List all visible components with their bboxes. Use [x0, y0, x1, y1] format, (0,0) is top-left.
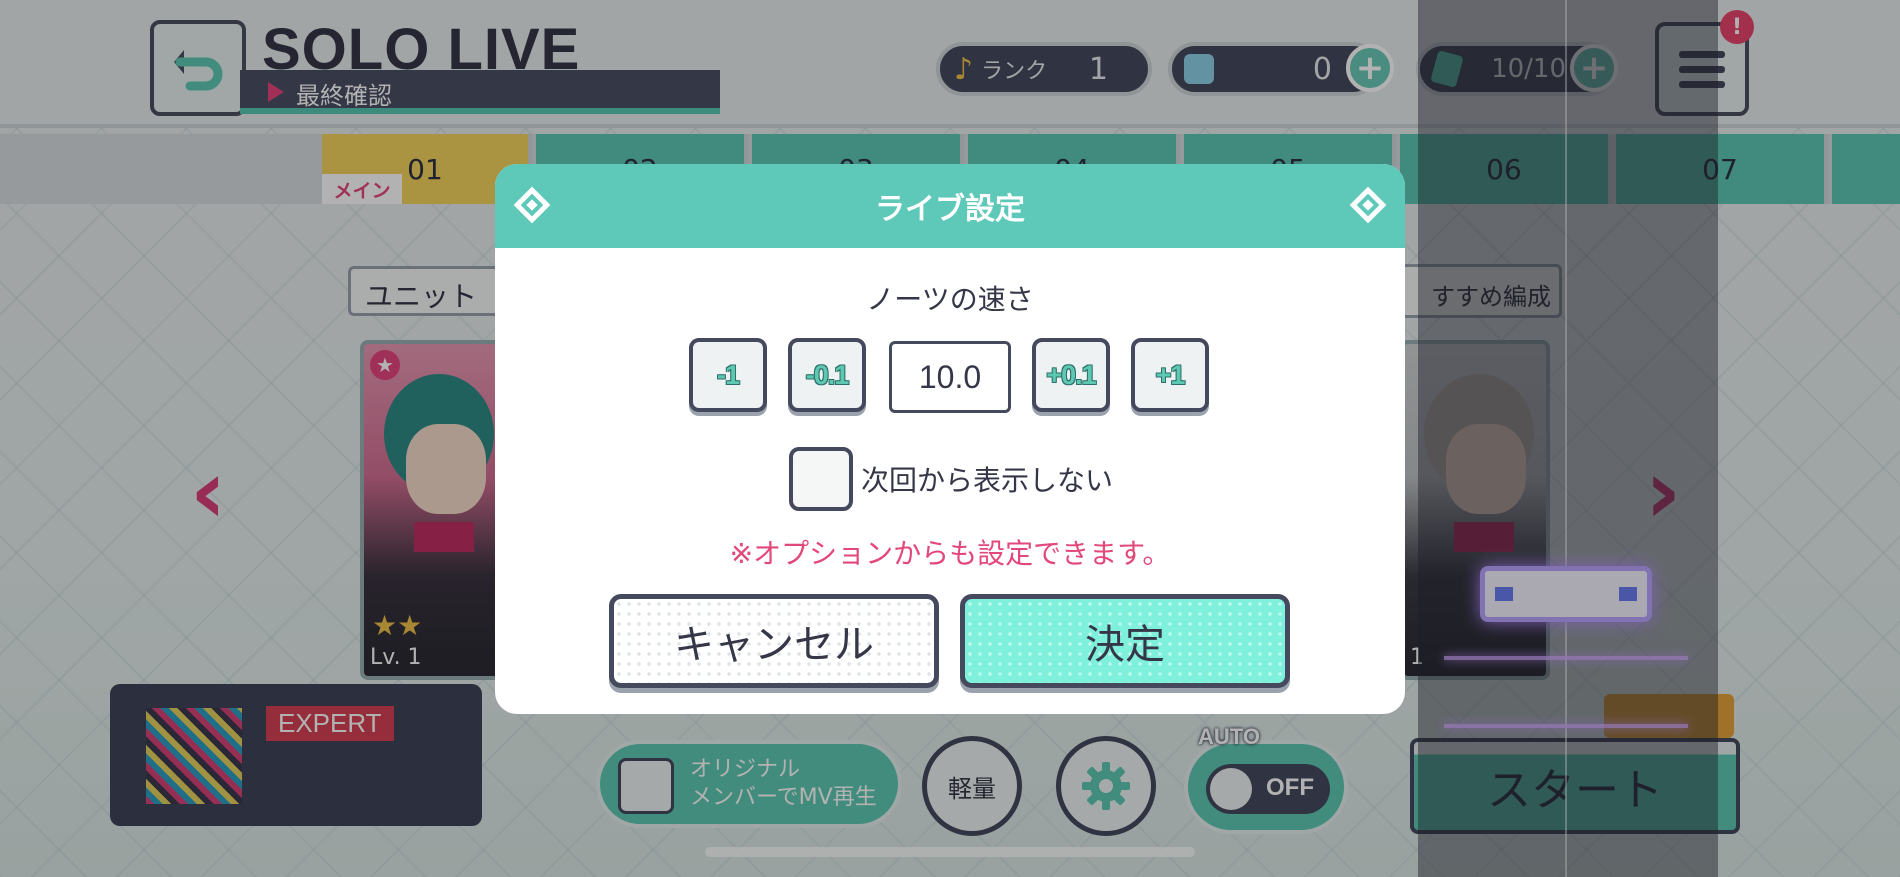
dont-show-again-checkbox[interactable]: [789, 447, 853, 511]
live-settings-dialog: ライブ設定 ノーツの速さ -1 -0.1 10.0 +0.1 +1 次回から表示…: [495, 164, 1405, 714]
speed-minus-0.1-button[interactable]: -0.1: [788, 338, 866, 412]
dont-show-again-label: 次回から表示しない: [861, 464, 1114, 497]
options-note: ※オプションからも設定できます。: [729, 537, 1171, 570]
note-speed-value: 10.0: [889, 341, 1011, 413]
diamond-icon: [1349, 186, 1387, 224]
cancel-button[interactable]: キャンセル: [609, 594, 939, 688]
speed-plus-0.1-button[interactable]: +0.1: [1032, 338, 1110, 412]
speed-plus-1-button[interactable]: +1: [1131, 338, 1209, 412]
dialog-title: ライブ設定: [875, 192, 1025, 227]
confirm-button[interactable]: 決定: [960, 594, 1290, 688]
dialog-header: ライブ設定: [495, 164, 1405, 248]
note-speed-label: ノーツの速さ: [866, 283, 1034, 316]
speed-minus-1-button[interactable]: -1: [689, 338, 767, 412]
diamond-icon: [513, 186, 551, 224]
